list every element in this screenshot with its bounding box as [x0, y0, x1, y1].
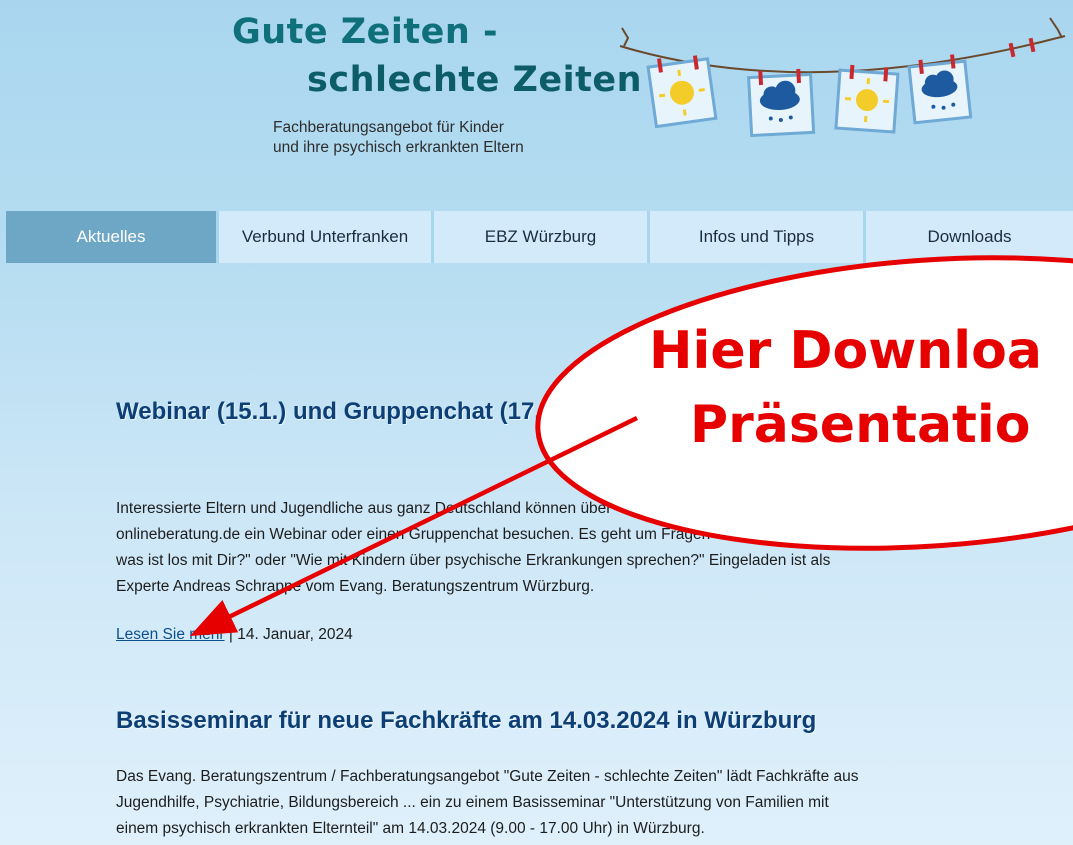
article-excerpt-line: Jugendhilfe, Psychiatrie, Bildungsbereic…: [116, 794, 829, 811]
laundry-line-illustration: [619, 17, 1066, 138]
article-excerpt-line: was ist los mit Dir?" oder "Wie mit Kind…: [116, 552, 831, 569]
article-title[interactable]: Basisseminar für neue Fachkräfte am 14.0…: [116, 703, 936, 739]
article-meta: Lesen Sie mehr | 14. Januar, 2024: [116, 626, 353, 644]
article-excerpt: Interessierte Eltern und Jugendliche aus…: [116, 496, 946, 600]
nav-item-ebz-wuerzburg[interactable]: EBZ Würzburg: [434, 211, 650, 263]
logo-title-line1: Gute Zeiten -: [232, 12, 499, 52]
article-excerpt: Das Evang. Beratungszentrum / Fachberatu…: [116, 764, 946, 842]
article-excerpt-line: Das Evang. Beratungszentrum / Fachberatu…: [116, 768, 859, 785]
meta-separator: |: [224, 626, 238, 643]
tagline-line2: und ihre psychisch erkrankten Eltern: [273, 139, 524, 156]
article-excerpt-line: einem psychisch erkrankten Elternteil" a…: [116, 820, 705, 837]
article-excerpt-line: Interessierte Eltern und Jugendliche aus…: [116, 500, 612, 517]
logo-title-line2: schlechte Zeiten: [307, 60, 643, 100]
article-date: 14. Januar, 2024: [237, 626, 353, 643]
site-tagline: Fachberatungsangebot für Kinder und ihre…: [273, 118, 524, 158]
callout-text-line2: Präsentatio: [690, 395, 1031, 455]
nav-item-downloads[interactable]: Downloads: [866, 211, 1073, 263]
nav-item-aktuelles[interactable]: Aktuelles: [6, 211, 219, 263]
article-excerpt-line: onlineberatung.de ein Webinar oder einen…: [116, 526, 711, 543]
tagline-line1: Fachberatungsangebot für Kinder: [273, 119, 504, 136]
nav-item-infos-und-tipps[interactable]: Infos und Tipps: [650, 211, 866, 263]
read-more-link[interactable]: Lesen Sie mehr: [116, 626, 225, 643]
article-title[interactable]: Webinar (15.1.) und Gruppenchat (17.1.20…: [116, 394, 636, 430]
article-excerpt-line: Experte Andreas Schrappe vom Evang. Bera…: [116, 578, 595, 595]
callout-text-line1: Hier Downloa: [649, 321, 1042, 381]
nav-item-verbund-unterfranken[interactable]: Verbund Unterfranken: [219, 211, 434, 263]
main-navigation: Aktuelles Verbund Unterfranken EBZ Würzb…: [6, 211, 1073, 263]
